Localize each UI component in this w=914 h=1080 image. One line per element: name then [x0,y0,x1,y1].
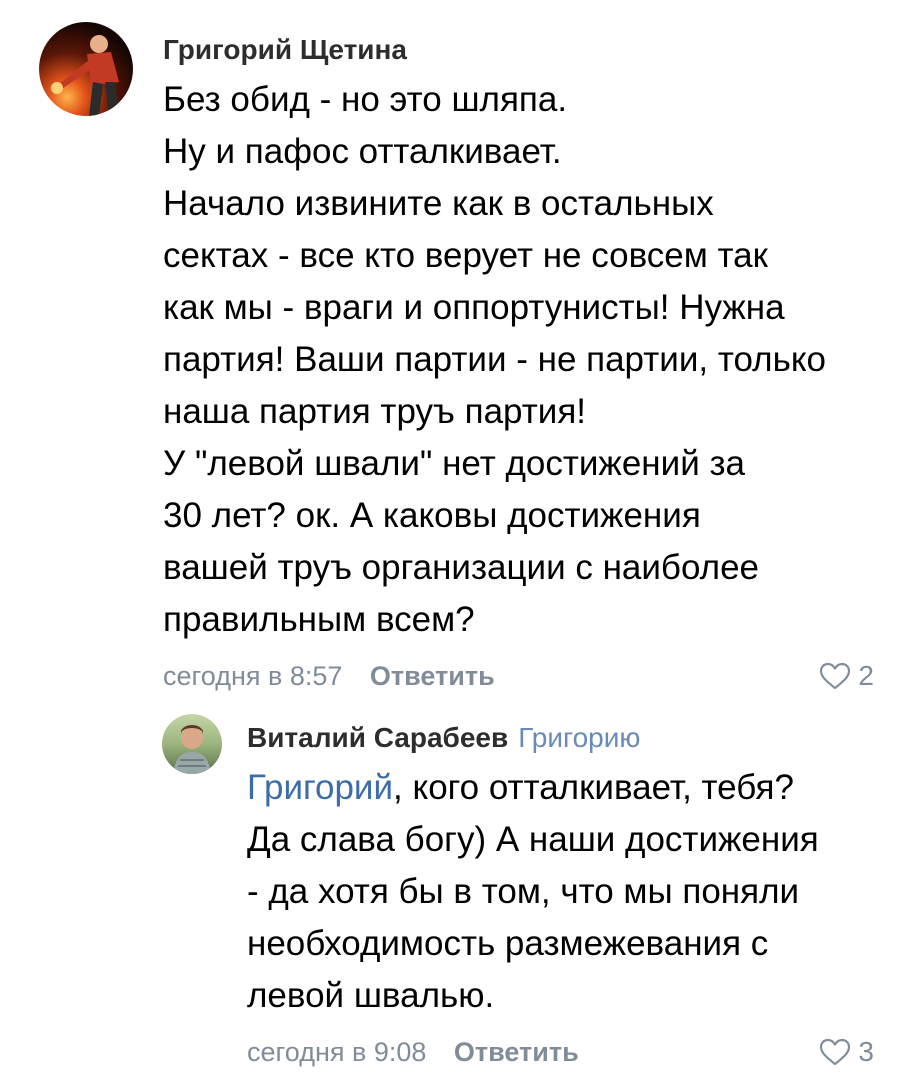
comment-body: Виталий Сарабеев Григорию Григорий, кого … [247,716,874,1074]
avatar[interactable] [162,714,222,774]
comment-text: Без обид - но это шляпа. Ну и пафос отта… [163,74,874,646]
comment-text-line: правильным всем? [163,600,475,639]
comment-body: Григорий Щетина Без обид - но это шляпа.… [163,28,874,698]
user-avatar-icon [51,35,119,116]
comment-text-line: У "левой швали" нет достижений за [163,444,745,483]
mention-link[interactable]: Григорий [247,768,393,807]
comment-date[interactable]: сегодня в 9:08 [247,1037,426,1067]
heart-outline-icon [820,662,851,690]
comment-text-line: Григорий, кого отталкивает, тебя? [247,762,874,814]
reply-button[interactable]: Ответить [454,1037,579,1067]
comment-text-line: Без обид - но это шляпа. [163,80,568,119]
author-line: Григорий Щетина [163,28,874,72]
user-avatar-icon [174,725,210,774]
comment-text-line: сектах - все кто верует не совсем так [163,236,768,275]
like-count: 3 [858,1036,874,1067]
comment-text-line: - да хотя бы в том, что мы поняли [247,872,800,911]
comment-text-line: левой швалью. [247,976,495,1015]
like-button[interactable]: 2 [818,654,874,698]
comment-text-line: Да слава богу) А наши достижения [247,820,819,859]
reply-button[interactable]: Ответить [370,661,495,691]
reply-to-link[interactable]: Григорию [518,722,640,753]
comment-text: Григорий, кого отталкивает, тебя? Да сла… [247,762,874,1022]
comment-text-line: 30 лет? ок. А каковы достижения [163,496,701,535]
author-name[interactable]: Григорий Щетина [163,34,407,65]
comment-text-fragment: , кого отталкивает, тебя? [393,768,794,807]
comment-text-line: партия! Ваши партии - не партии, только [163,340,826,379]
comment-text-line: как мы - враги и оппортунисты! Нужна [163,288,785,327]
like-button[interactable]: 3 [818,1030,874,1074]
comment-meta: сегодня в 9:08 Ответить 3 [247,1030,874,1074]
author-name[interactable]: Виталий Сарабеев [247,722,508,753]
avatar[interactable] [39,22,133,116]
comment-text-line: Ну и пафос отталкивает. [163,132,562,171]
comment-date[interactable]: сегодня в 8:57 [163,661,342,691]
comment-text-line: необходимость размежевания с [247,924,769,963]
like-count: 2 [858,660,874,691]
comment-text-line: наша партия труъ партия! [163,392,587,431]
heart-outline-icon [820,1038,851,1066]
comment-meta: сегодня в 8:57 Ответить 2 [163,654,874,698]
comment-text-line: Начало извините как в остальных [163,184,714,223]
comment-text-line: вашей труъ организации с наиболее [163,548,760,587]
author-line: Виталий Сарабеев Григорию [247,716,874,760]
